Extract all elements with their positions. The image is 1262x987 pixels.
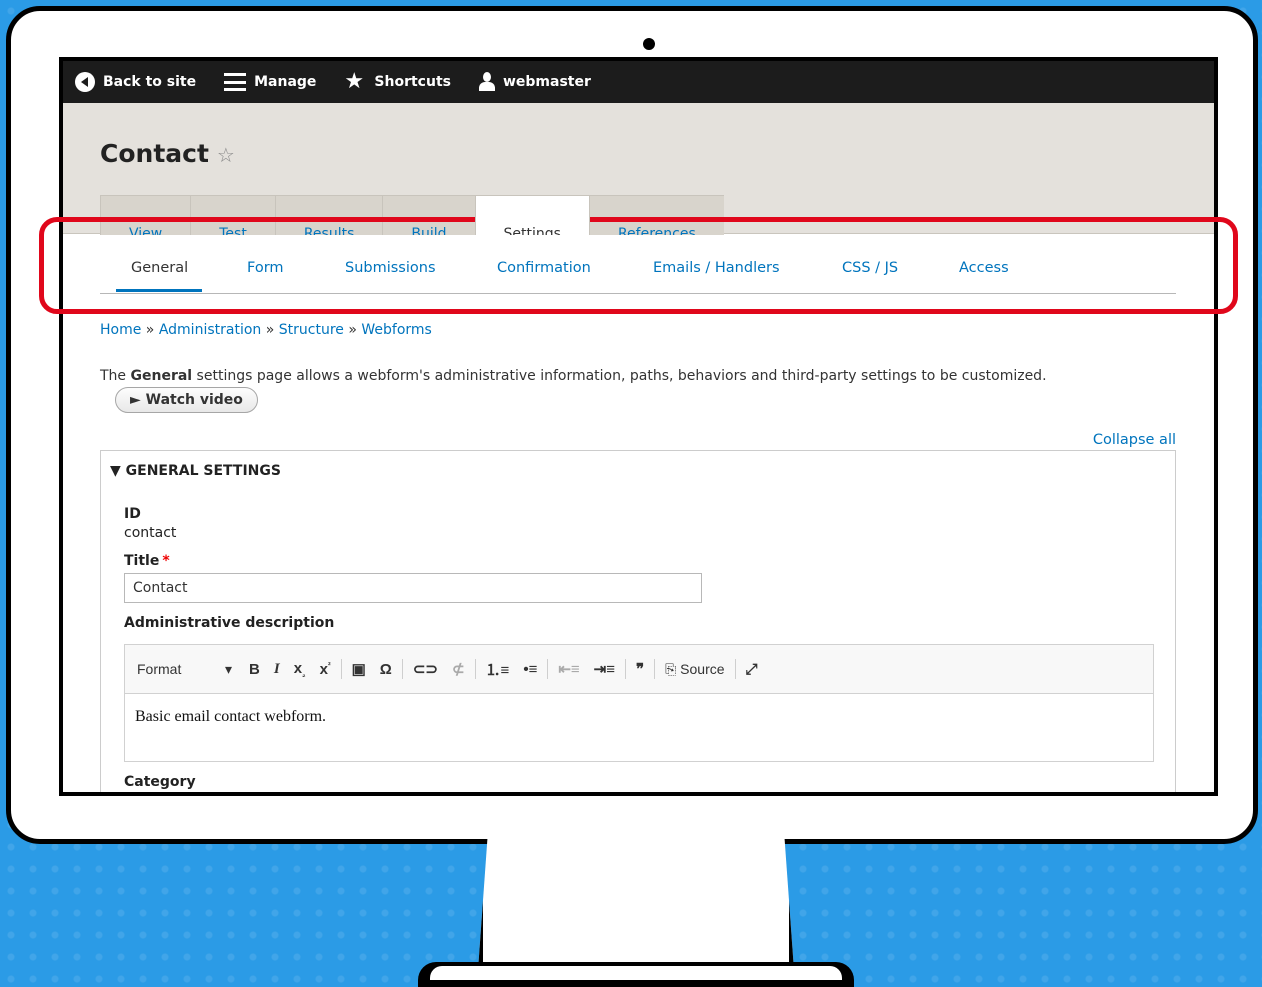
title-label: Title * xyxy=(124,553,170,569)
star-icon: ★ xyxy=(344,69,365,94)
back-to-site-link[interactable]: Back to site xyxy=(75,72,196,92)
toolbar-separator xyxy=(474,659,476,679)
subtab-confirmation[interactable]: Confirmation xyxy=(497,260,591,276)
secondary-tabs: General Form Submissions Confirmation Em… xyxy=(100,255,1176,294)
back-arrow-icon xyxy=(75,72,95,92)
breadcrumb-administration[interactable]: Administration xyxy=(159,322,261,338)
screen: Back to site Manage ★ Shortcuts webmaste… xyxy=(59,57,1218,796)
admin-description-label: Administrative description xyxy=(124,615,335,631)
breadcrumb: Home » Administration » Structure » Webf… xyxy=(100,322,432,338)
page-header: Contact ☆ View Test Results Build Setting… xyxy=(63,103,1214,235)
image-icon[interactable]: ▣ xyxy=(352,660,366,678)
breadcrumb-separator: » xyxy=(348,322,357,338)
format-dropdown[interactable]: Format ▾ xyxy=(137,661,232,678)
subtab-css-js[interactable]: CSS / JS xyxy=(842,260,898,276)
numbered-list-icon[interactable]: ⒈≡ xyxy=(486,659,510,680)
back-to-site-label: Back to site xyxy=(103,74,197,90)
outdent-icon[interactable]: ⇤≡ xyxy=(558,660,579,678)
subtab-emails-handlers[interactable]: Emails / Handlers xyxy=(653,260,780,276)
id-value: contact xyxy=(124,525,177,541)
source-button[interactable]: ⎘ Source xyxy=(665,661,724,678)
id-label: ID xyxy=(124,506,141,522)
shortcut-star-icon[interactable]: ☆ xyxy=(217,143,235,167)
admin-toolbar: Back to site Manage ★ Shortcuts webmaste… xyxy=(63,61,1214,103)
general-settings-legend[interactable]: ▼ GENERAL SETTINGS xyxy=(110,463,281,479)
subtab-access[interactable]: Access xyxy=(959,260,1009,276)
user-label: webmaster xyxy=(502,74,591,90)
shortcuts-link[interactable]: ★ Shortcuts xyxy=(344,69,451,94)
tab-results[interactable]: Results xyxy=(274,195,384,235)
blockquote-icon[interactable]: ❞ xyxy=(636,660,644,678)
editor-content[interactable]: Basic email contact webform. xyxy=(125,694,1153,740)
watch-video-button[interactable]: ► Watch video xyxy=(115,387,258,413)
bullet-list-icon[interactable]: •≡ xyxy=(523,661,537,678)
italic-button[interactable]: I xyxy=(274,661,280,678)
indent-icon[interactable]: ⇥≡ xyxy=(594,660,615,678)
subtab-general[interactable]: General xyxy=(131,260,188,276)
superscript-button[interactable]: x² xyxy=(320,661,331,678)
general-settings-fieldset: ▼ GENERAL SETTINGS ID contact Title * Con… xyxy=(100,450,1176,792)
user-icon xyxy=(478,72,495,92)
manage-label: Manage xyxy=(254,74,317,90)
intro-text: The General settings page allows a webfo… xyxy=(100,368,1047,384)
unlink-icon[interactable]: ⊄ xyxy=(452,660,465,678)
menu-icon xyxy=(224,73,247,91)
toolbar-separator xyxy=(547,659,549,679)
toolbar-separator xyxy=(401,659,403,679)
toolbar-separator xyxy=(654,659,656,679)
subscript-button[interactable]: x₂ xyxy=(294,660,306,679)
breadcrumb-separator: » xyxy=(265,322,275,338)
page-title: Contact ☆ xyxy=(100,139,235,168)
subtab-submissions[interactable]: Submissions xyxy=(345,260,436,276)
title-field[interactable]: Contact xyxy=(124,573,702,603)
tab-test[interactable]: Test xyxy=(190,195,276,235)
shortcuts-label: Shortcuts xyxy=(374,74,451,90)
category-label: Category xyxy=(124,774,196,790)
toolbar-separator xyxy=(624,659,626,679)
breadcrumb-home[interactable]: Home xyxy=(100,322,141,338)
breadcrumb-separator: » xyxy=(145,322,155,338)
maximize-icon[interactable]: ⤢ xyxy=(746,661,758,678)
toolbar-separator xyxy=(340,659,342,679)
tab-view[interactable]: View xyxy=(100,195,192,235)
tab-references[interactable]: References xyxy=(588,195,724,235)
tab-build[interactable]: Build xyxy=(382,195,476,235)
description-editor: Format ▾ B I x₂ x² ▣ Ω ⊂⊃ ⊄ ⒈≡ •≡ ⇤≡ ⇥≡ ❞ xyxy=(124,644,1154,762)
user-link[interactable]: webmaster xyxy=(478,72,591,92)
breadcrumb-structure[interactable]: Structure xyxy=(279,322,344,338)
required-marker: * xyxy=(162,553,170,569)
collapse-all-link[interactable]: Collapse all xyxy=(1093,432,1176,448)
toolbar-separator xyxy=(734,659,736,679)
breadcrumb-webforms[interactable]: Webforms xyxy=(361,322,431,338)
tab-settings[interactable]: Settings xyxy=(474,195,590,235)
monitor-stand xyxy=(478,838,794,970)
bold-button[interactable]: B xyxy=(249,661,260,678)
editor-toolbar: Format ▾ B I x₂ x² ▣ Ω ⊂⊃ ⊄ ⒈≡ •≡ ⇤≡ ⇥≡ ❞ xyxy=(125,645,1153,694)
link-icon[interactable]: ⊂⊃ xyxy=(413,660,438,678)
manage-link[interactable]: Manage xyxy=(224,73,316,91)
primary-tabs: View Test Results Build Settings Referen… xyxy=(100,195,724,235)
special-char-icon[interactable]: Ω xyxy=(380,661,392,678)
monitor-stand-base-inner xyxy=(430,966,842,980)
camera-dot xyxy=(643,38,655,50)
active-subtab-indicator xyxy=(116,289,202,292)
subtab-form[interactable]: Form xyxy=(247,260,284,276)
